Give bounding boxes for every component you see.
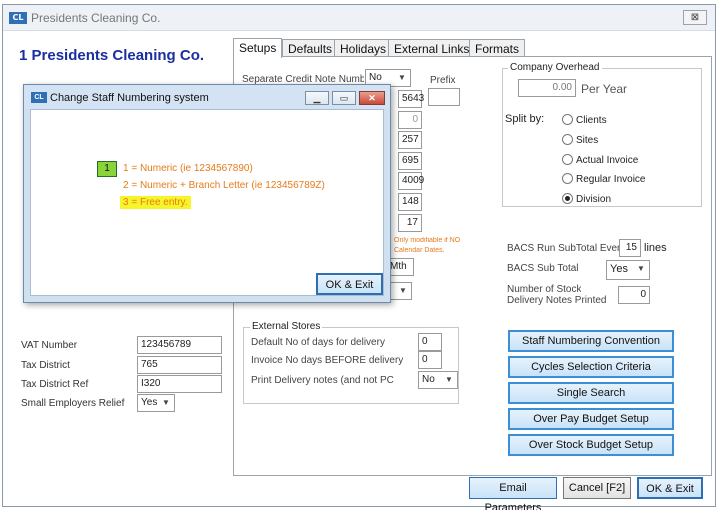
single-search-button[interactable]: Single Search [508,382,674,404]
default-days-label: Default No of days for delivery [251,337,385,348]
number-field[interactable]: 257 [398,131,422,149]
radio-clients[interactable]: Clients [562,114,607,126]
small-employers-value: Yes [141,397,158,408]
note-text: Calendar Dates. [394,247,445,254]
overhead-value-field[interactable]: 0.00 [518,79,576,97]
radio-label: Sites [576,135,599,146]
radio-actual-invoice[interactable]: Actual Invoice [562,154,638,166]
radio-label: Division [576,194,612,205]
stock-notes-label: Delivery Notes Printed [507,295,607,306]
small-employers-label: Small Employers Relief [21,398,125,409]
bacs-run-subtotal-field[interactable]: 15 [619,239,641,257]
minimize-icon[interactable]: ▁ [305,91,329,105]
print-notes-value: No [422,374,435,385]
number-field[interactable]: 695 [398,152,422,170]
radio-indicator [562,154,573,165]
ok-exit-button[interactable]: OK & Exit [637,477,703,499]
close-icon[interactable]: ✕ [359,91,385,105]
prefix-label: Prefix [430,75,456,86]
default-days-field[interactable]: 0 [418,333,442,351]
number-field[interactable]: 0 [398,111,422,129]
print-notes-label: Print Delivery notes (and not PC [251,375,394,386]
cancel-button[interactable]: Cancel [F2] [563,477,631,499]
tax-district-ref-field[interactable]: I320 [137,375,222,393]
bacs-sub-total-label: BACS Sub Total [507,263,579,274]
tab-setups[interactable]: Setups [233,38,283,58]
company-overhead-title: Company Overhead [508,62,602,73]
close-window-button[interactable]: ⊠ [683,10,707,25]
dialog-title-bar: CL Change Staff Numbering system ▁ ▭ ✕ [24,85,390,109]
dialog-logo-icon: CL [31,92,47,103]
radio-label: Actual Invoice [576,155,639,166]
radio-regular-invoice[interactable]: Regular Invoice [562,173,645,185]
radio-indicator [562,193,573,204]
prefix-field[interactable] [428,88,460,106]
chevron-down-icon: ▼ [399,286,407,295]
option-numeric: 1 = Numeric (ie 1234567890) [123,163,253,174]
print-notes-select[interactable]: No ▼ [418,371,458,389]
bacs-sub-total-select[interactable]: Yes ▼ [606,260,650,280]
tax-district-label: Tax District [21,360,70,371]
radio-indicator [562,173,573,184]
staff-numbering-convention-button[interactable]: Staff Numbering Convention [508,330,674,352]
dialog-ok-exit-button[interactable]: OK & Exit [316,273,383,295]
lines-label: lines [644,242,667,254]
dialog-title: Change Staff Numbering system [50,92,209,104]
option-free-entry: 3 = Free entry. [120,196,191,209]
number-field[interactable]: 17 [398,214,422,232]
vat-number-field[interactable]: 123456789 [137,336,222,354]
split-by-label: Split by: [505,113,545,125]
per-year-label: Per Year [581,82,628,96]
small-employers-select[interactable]: Yes ▼ [137,394,175,412]
dialog-body: 1 1 = Numeric (ie 1234567890) 2 = Numeri… [30,109,384,296]
chevron-down-icon: ▼ [445,375,453,384]
chevron-down-icon: ▼ [637,264,645,273]
cycles-selection-criteria-button[interactable]: Cycles Selection Criteria [508,356,674,378]
tax-district-field[interactable]: 765 [137,356,222,374]
window-title: Presidents Cleaning Co. [31,11,161,25]
radio-label: Clients [576,115,607,126]
number-field[interactable]: 5643 [398,90,424,108]
selection-value: 1 [104,163,110,174]
radio-sites[interactable]: Sites [562,134,598,146]
radio-label: Regular Invoice [576,174,646,185]
company-heading: 1 Presidents Cleaning Co. [19,47,205,64]
over-stock-budget-setup-button[interactable]: Over Stock Budget Setup [508,434,674,456]
invoice-days-field[interactable]: 0 [418,351,442,369]
chevron-down-icon: ▼ [398,73,406,82]
over-pay-budget-setup-button[interactable]: Over Pay Budget Setup [508,408,674,430]
separate-credit-note-value: No [369,72,382,83]
app-logo-icon: CL [9,12,27,24]
stock-notes-field[interactable]: 0 [618,286,650,304]
title-bar: CL Presidents Cleaning Co. ⊠ [3,5,715,31]
bacs-run-subtotal-label: BACS Run SubTotal Every [507,243,626,254]
bacs-sub-total-value: Yes [610,263,628,275]
number-field[interactable]: 148 [398,193,422,211]
chevron-down-icon: ▼ [162,398,170,407]
email-parameters-button[interactable]: Email Parameters [469,477,557,510]
tax-district-ref-label: Tax District Ref [21,379,89,390]
invoice-days-label: Invoice No days BEFORE delivery [251,355,404,366]
external-stores-title: External Stores [250,321,323,332]
maximize-icon[interactable]: ▭ [332,91,356,105]
vat-number-label: VAT Number [21,340,78,351]
radio-indicator [562,134,573,145]
stock-notes-label: Number of Stock [507,284,582,295]
number-field[interactable]: 4009 [398,172,424,190]
period-select[interactable]: ▼ [390,282,412,300]
note-text: Only modifiable if NO [394,237,461,244]
radio-indicator [562,114,573,125]
numbering-selection-field[interactable]: 1 [97,161,117,177]
option-numeric-branch-letter: 2 = Numeric + Branch Letter (ie 12345678… [123,180,325,191]
radio-division[interactable]: Division [562,193,611,205]
change-staff-numbering-dialog: CL Change Staff Numbering system ▁ ▭ ✕ 1… [23,84,391,303]
